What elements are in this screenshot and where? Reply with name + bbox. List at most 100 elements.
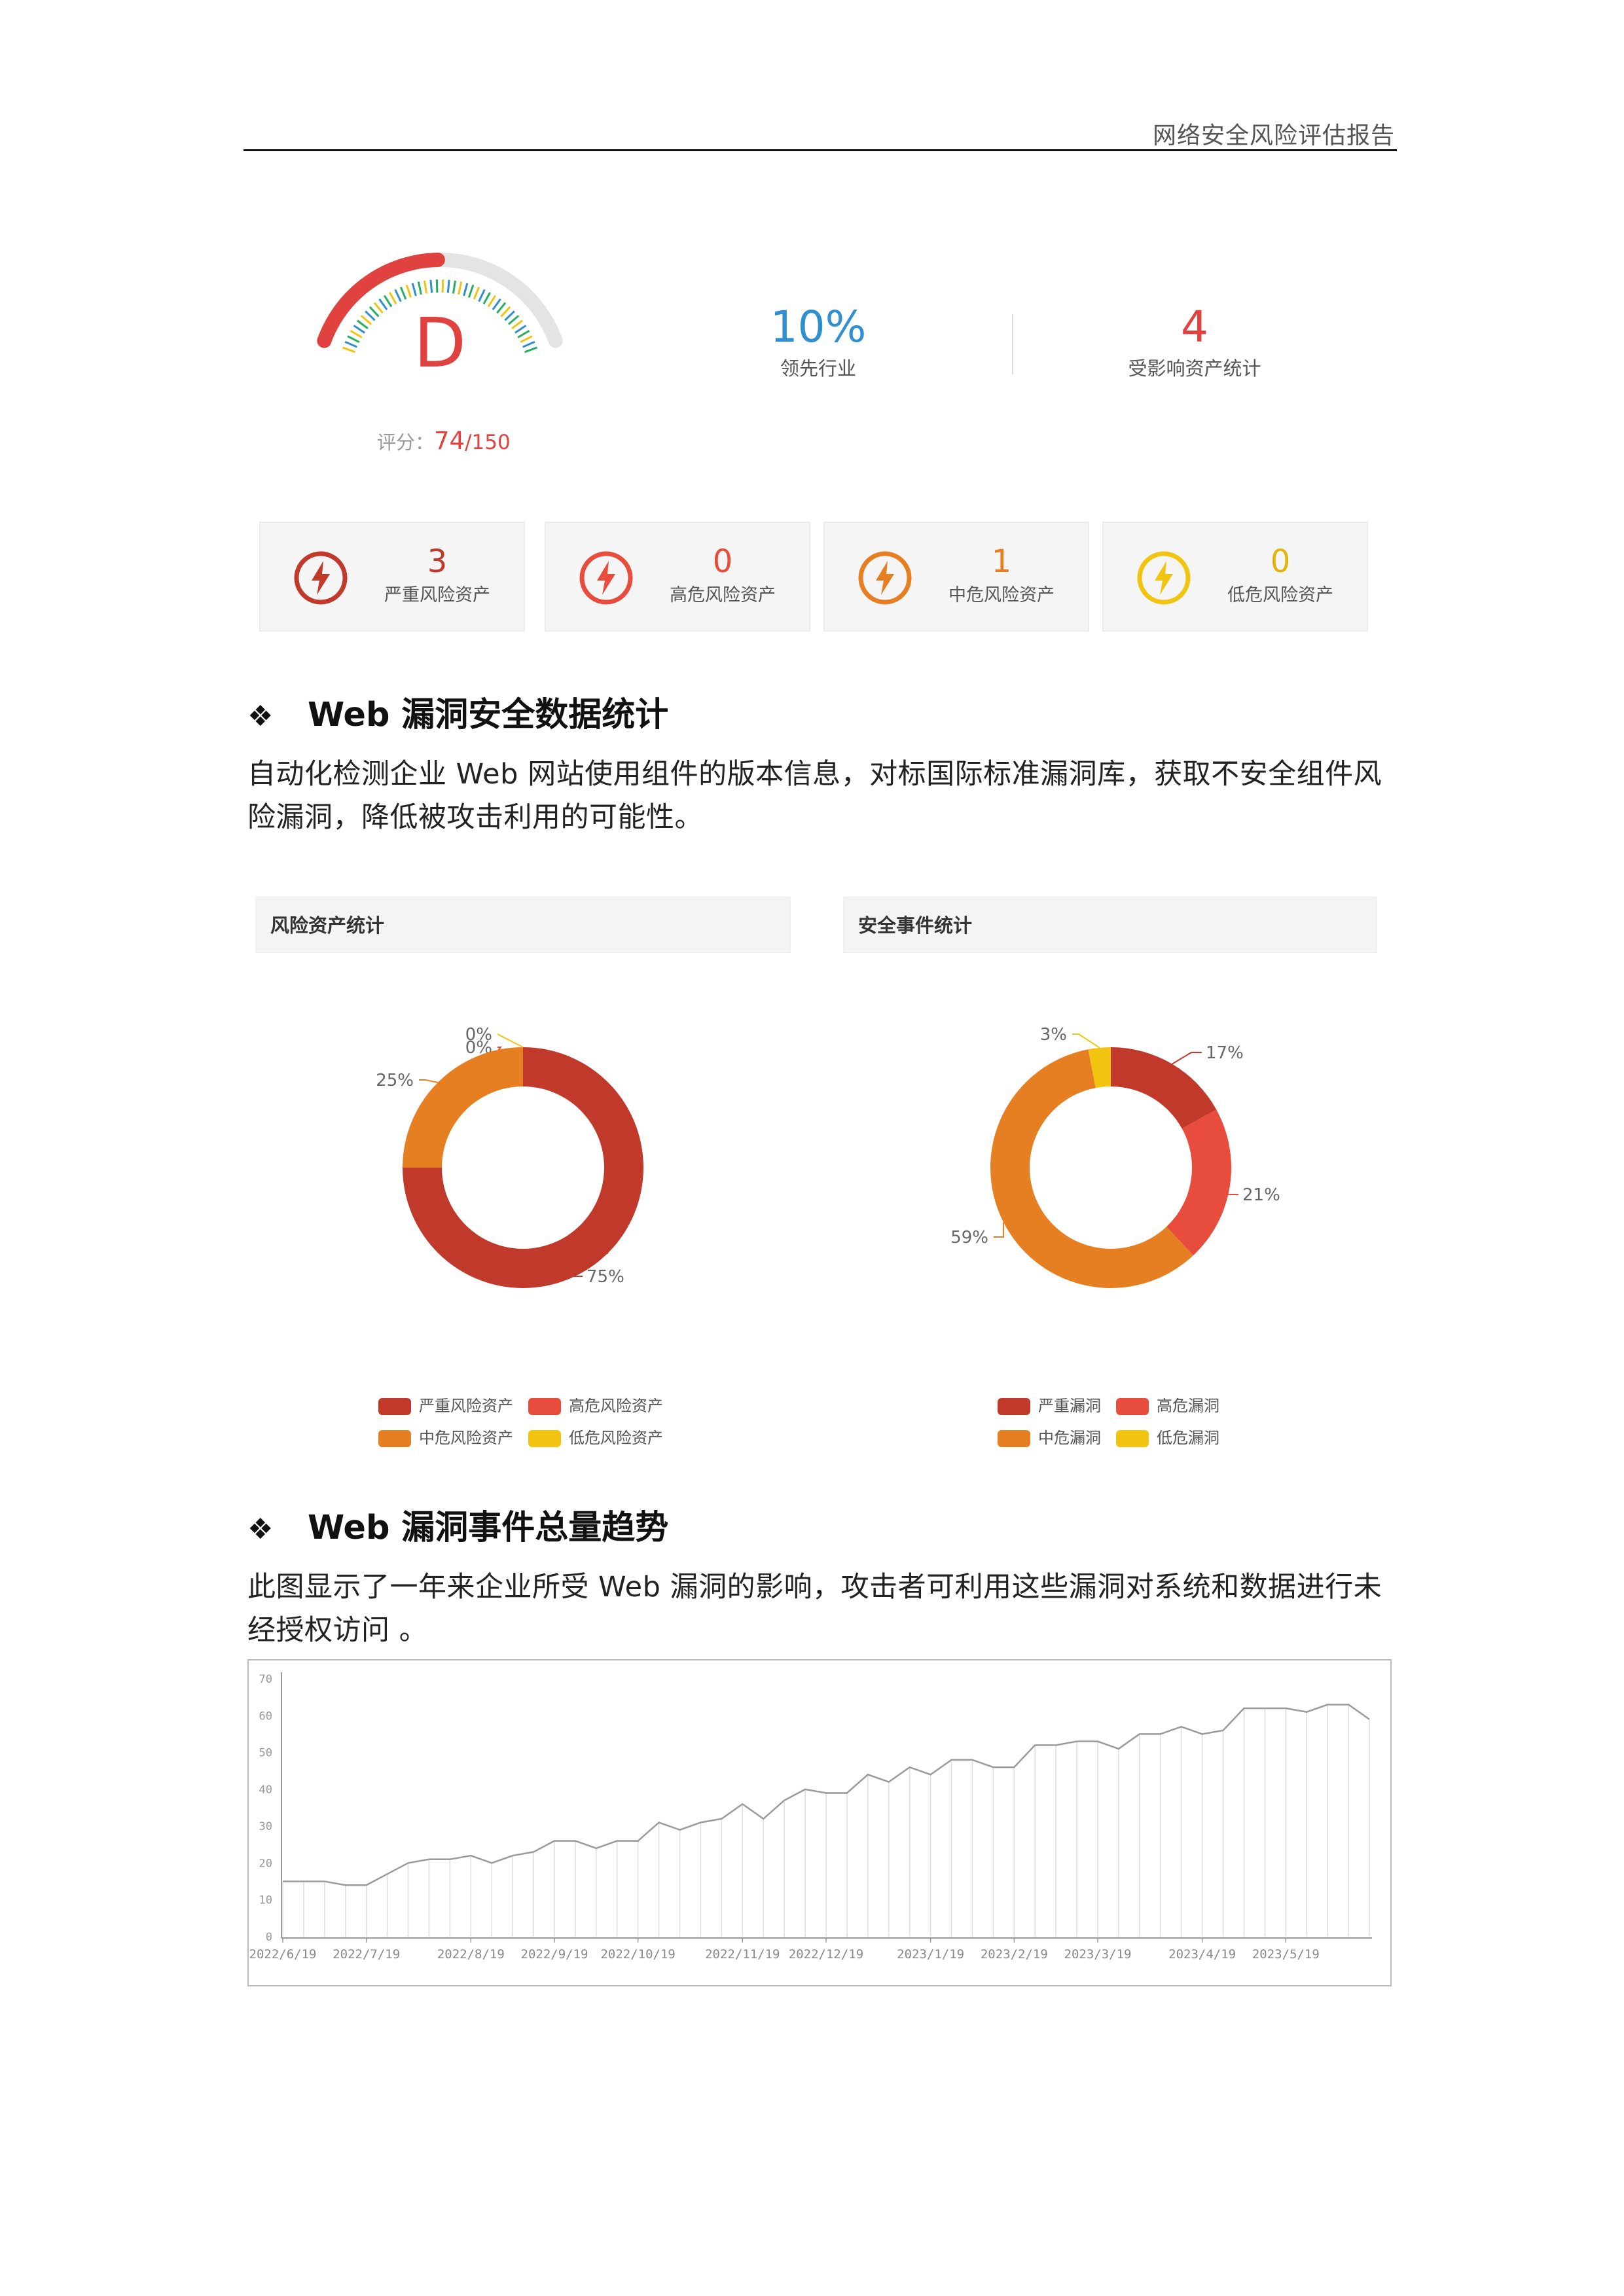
legend-item: 高危风险资产 xyxy=(528,1396,663,1416)
gauge-tick xyxy=(350,330,363,338)
report-title: 网络安全风险评估报告 xyxy=(1152,122,1395,149)
gauge-tick xyxy=(487,295,497,308)
stat-value: 4 xyxy=(1181,302,1208,352)
gauge-tick xyxy=(458,281,463,295)
gauge-tick xyxy=(473,287,480,300)
y-tick-label: 70 xyxy=(259,1673,272,1686)
gauge-tick xyxy=(520,335,533,344)
donut-slice xyxy=(1111,1047,1217,1129)
gauge-tick xyxy=(504,310,515,321)
x-tick-label: 2022/9/19 xyxy=(521,1947,588,1962)
legend-item: 中危漏洞 xyxy=(998,1428,1101,1448)
gauge-tick xyxy=(399,287,407,300)
gauge-tick xyxy=(344,340,357,348)
header-divider xyxy=(244,149,1397,151)
slice-label: 21% xyxy=(1242,1185,1280,1205)
gauge-tick xyxy=(417,281,422,295)
x-tick-label: 2023/1/19 xyxy=(897,1947,964,1962)
donut-chart-risk-assets: 75%0%25%0% xyxy=(376,1025,643,1288)
slice-label: 59% xyxy=(950,1228,988,1247)
diamond-bullet-icon: ❖ xyxy=(247,1513,274,1546)
stat-divider xyxy=(1012,314,1013,374)
leader-line xyxy=(1072,1033,1100,1049)
gauge-tick xyxy=(507,315,520,325)
gauge-tick xyxy=(441,279,444,293)
score-line: 评分：74/150 xyxy=(377,427,511,455)
score-total: /150 xyxy=(465,431,511,454)
gauge-tick xyxy=(405,284,412,298)
gauge-tick xyxy=(383,295,393,308)
stat-affected-assets: 4 受影响资产统计 xyxy=(1057,304,1332,381)
paragraph-line: 经授权访问 。 xyxy=(247,1614,428,1647)
score-grade: D xyxy=(414,303,466,383)
gauge-tick xyxy=(378,298,388,311)
x-tick-label: 2022/8/19 xyxy=(437,1947,505,1962)
x-tick-label: 2023/2/19 xyxy=(981,1947,1048,1962)
leader-line xyxy=(994,1222,1005,1238)
card-value: 0 xyxy=(712,543,733,580)
legend-item: 严重漏洞 xyxy=(998,1396,1101,1416)
paragraph-line: 自动化检测企业 Web 网站使用组件的版本信息，对标国际标准漏洞库，获取不安全组… xyxy=(247,758,1382,791)
leader-line xyxy=(419,1079,439,1083)
y-tick-label: 10 xyxy=(259,1894,272,1907)
score-gauge: D xyxy=(317,253,563,383)
gauge-tick xyxy=(524,346,537,353)
x-tick-label: 2023/3/19 xyxy=(1064,1947,1132,1962)
paragraph-line: 此图显示了一年来企业所受 Web 漏洞的影响，攻击者可利用这些漏洞对系统和数据进… xyxy=(247,1571,1382,1604)
section-heading: ❖ Web 漏洞安全数据统计 xyxy=(247,687,668,736)
gauge-tick xyxy=(365,310,376,321)
slice-label: 3% xyxy=(1040,1025,1067,1045)
diamond-bullet-icon: ❖ xyxy=(247,700,274,733)
panel-title-security-events: 安全事件统计 xyxy=(843,897,1377,953)
gauge-tick xyxy=(492,298,501,311)
gauge-tick xyxy=(517,330,530,338)
gauge-tick xyxy=(357,319,369,330)
x-tick-label: 2022/10/19 xyxy=(600,1947,675,1962)
legend-item: 低危漏洞 xyxy=(1116,1428,1219,1448)
gauge-tick xyxy=(522,340,535,348)
gauge-tick xyxy=(389,292,397,305)
panel-title-risk-assets: 风险资产统计 xyxy=(255,897,791,953)
gauge-tick xyxy=(446,279,450,293)
gauge-tick xyxy=(373,302,384,314)
y-tick-label: 30 xyxy=(259,1820,272,1833)
gauge-tick xyxy=(496,302,507,314)
x-tick-label: 2022/11/19 xyxy=(705,1947,780,1962)
gauge-tick xyxy=(500,306,511,317)
legend-item: 中危风险资产 xyxy=(378,1428,513,1448)
stat-industry-lead: 10% 领先行业 xyxy=(681,304,956,381)
section-heading: ❖ Web 漏洞事件总量趋势 xyxy=(247,1500,668,1549)
score-label: 评分： xyxy=(377,431,435,454)
gauge-tick xyxy=(411,283,417,296)
card-label: 严重风险资产 xyxy=(384,585,490,605)
x-tick-label: 2022/6/19 xyxy=(249,1947,317,1962)
donut-slice xyxy=(1166,1109,1231,1256)
gauge-tick xyxy=(429,279,433,293)
card-value: 3 xyxy=(427,543,448,580)
x-tick-label: 2022/12/19 xyxy=(789,1947,863,1962)
card-label: 高危风险资产 xyxy=(670,585,776,605)
gauge-tick xyxy=(353,325,365,334)
section-title: Web 漏洞事件总量趋势 xyxy=(308,1509,669,1547)
gauge-tick xyxy=(468,284,475,298)
legend-item: 高危漏洞 xyxy=(1116,1396,1219,1416)
lightning-icon xyxy=(858,551,912,605)
card-low-assets: 0 低危风险资产 xyxy=(1102,522,1368,632)
gauge-tick xyxy=(514,325,527,334)
paragraph-line: 险漏洞，降低被攻击利用的可能性。 xyxy=(247,801,703,834)
stat-value: 10% xyxy=(770,302,867,352)
gauge-tick xyxy=(347,335,360,344)
gauge-tick xyxy=(342,346,355,353)
slice-label: 0% xyxy=(465,1025,492,1045)
section-paragraph: 自动化检测企业 Web 网站使用组件的版本信息，对标国际标准漏洞库，获取不安全组… xyxy=(247,753,1394,839)
card-critical-assets: 3 严重风险资产 xyxy=(259,522,525,632)
legend-item: 严重风险资产 xyxy=(378,1396,513,1416)
card-high-assets: 0 高危风险资产 xyxy=(545,522,810,632)
gauge-tick xyxy=(394,289,402,302)
card-label: 中危风险资产 xyxy=(948,585,1055,605)
slice-label: 17% xyxy=(1206,1043,1244,1063)
card-value: 0 xyxy=(1270,543,1291,580)
gauge-tick xyxy=(478,289,486,302)
gauge-tick xyxy=(369,306,380,317)
leader-line xyxy=(1172,1052,1202,1065)
